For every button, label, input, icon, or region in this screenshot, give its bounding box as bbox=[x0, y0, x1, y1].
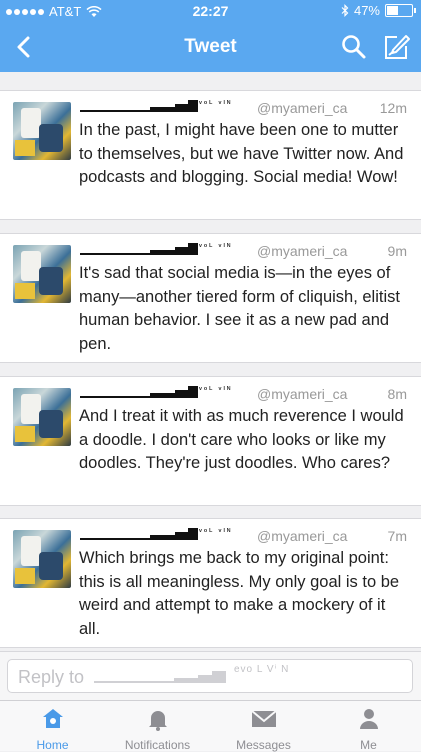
tweet-text: And I treat it with as much reverence I … bbox=[79, 407, 404, 472]
tweet-text: Which brings me back to my original poin… bbox=[79, 549, 400, 638]
reply-brand: evo L Vⁱ N bbox=[234, 664, 290, 675]
redacted-name bbox=[80, 385, 198, 399]
bluetooth-icon bbox=[341, 4, 349, 17]
tweet-timestamp: 7m bbox=[387, 528, 407, 544]
envelope-icon bbox=[250, 710, 277, 727]
reply-input[interactable]: Reply to evo L Vⁱ N bbox=[7, 659, 413, 693]
display-name: ᵛᵒᴸ ᵛᴵᴺ bbox=[199, 99, 233, 108]
avatar[interactable] bbox=[13, 530, 71, 588]
display-name: ᵛᵒᴸ ᵛᴵᴺ bbox=[199, 385, 233, 394]
display-name: ᵛᵒᴸ ᵛᴵᴺ bbox=[199, 527, 233, 536]
avatar[interactable] bbox=[13, 388, 71, 446]
redacted-name bbox=[80, 99, 198, 113]
tab-bar: Home Notifications Messages Me bbox=[0, 700, 421, 752]
tweet-timestamp: 9m bbox=[387, 243, 407, 259]
bell-icon bbox=[148, 711, 167, 731]
user-handle[interactable]: @myameri_ca bbox=[257, 528, 347, 544]
redacted-name bbox=[80, 527, 198, 541]
avatar[interactable] bbox=[13, 245, 71, 303]
compose-icon[interactable] bbox=[381, 32, 411, 62]
home-icon bbox=[42, 709, 63, 728]
user-handle[interactable]: @myameri_ca bbox=[257, 386, 347, 402]
tab-messages[interactable]: Messages bbox=[211, 707, 316, 752]
avatar[interactable] bbox=[13, 102, 71, 160]
reply-placeholder: Reply to bbox=[18, 667, 85, 687]
tweet-item[interactable]: ᵛᵒᴸ ᵛᴵᴺ @myameri_ca 12m In the past, I m… bbox=[0, 90, 421, 220]
tweet-item[interactable]: ᵛᵒᴸ ᵛᴵᴺ @myameri_ca 7m Which brings me b… bbox=[0, 518, 421, 648]
tweet-text: It's sad that social media is—in the eye… bbox=[79, 264, 400, 353]
tweet-timestamp: 8m bbox=[387, 386, 407, 402]
tweet-text: In the past, I might have been one to mu… bbox=[79, 121, 404, 186]
user-handle[interactable]: @myameri_ca bbox=[257, 100, 347, 116]
redacted-name bbox=[80, 242, 198, 256]
person-icon bbox=[359, 709, 378, 729]
tab-home[interactable]: Home bbox=[0, 707, 105, 752]
redacted-reply-name bbox=[94, 671, 226, 683]
tweet-item[interactable]: ᵛᵒᴸ ᵛᴵᴺ @myameri_ca 9m It's sad that soc… bbox=[0, 233, 421, 363]
battery-icon bbox=[385, 4, 416, 17]
battery-area: 47% bbox=[341, 3, 416, 18]
display-name: ᵛᵒᴸ ᵛᴵᴺ bbox=[199, 242, 233, 251]
tab-notifications[interactable]: Notifications bbox=[105, 707, 210, 752]
battery-percent: 47% bbox=[353, 3, 380, 18]
user-handle[interactable]: @myameri_ca bbox=[257, 243, 347, 259]
status-bar: AT&T 22:27 47% bbox=[0, 0, 421, 22]
search-icon[interactable] bbox=[340, 33, 368, 61]
tweet-item[interactable]: ᵛᵒᴸ ᵛᴵᴺ @myameri_ca 8m And I treat it wi… bbox=[0, 376, 421, 506]
reply-bar: Reply to evo L Vⁱ N bbox=[0, 651, 421, 700]
tab-me[interactable]: Me bbox=[316, 707, 421, 752]
navigation-bar: Tweet bbox=[0, 22, 421, 72]
battery-fill bbox=[387, 6, 399, 15]
tweet-timestamp: 12m bbox=[379, 100, 407, 116]
